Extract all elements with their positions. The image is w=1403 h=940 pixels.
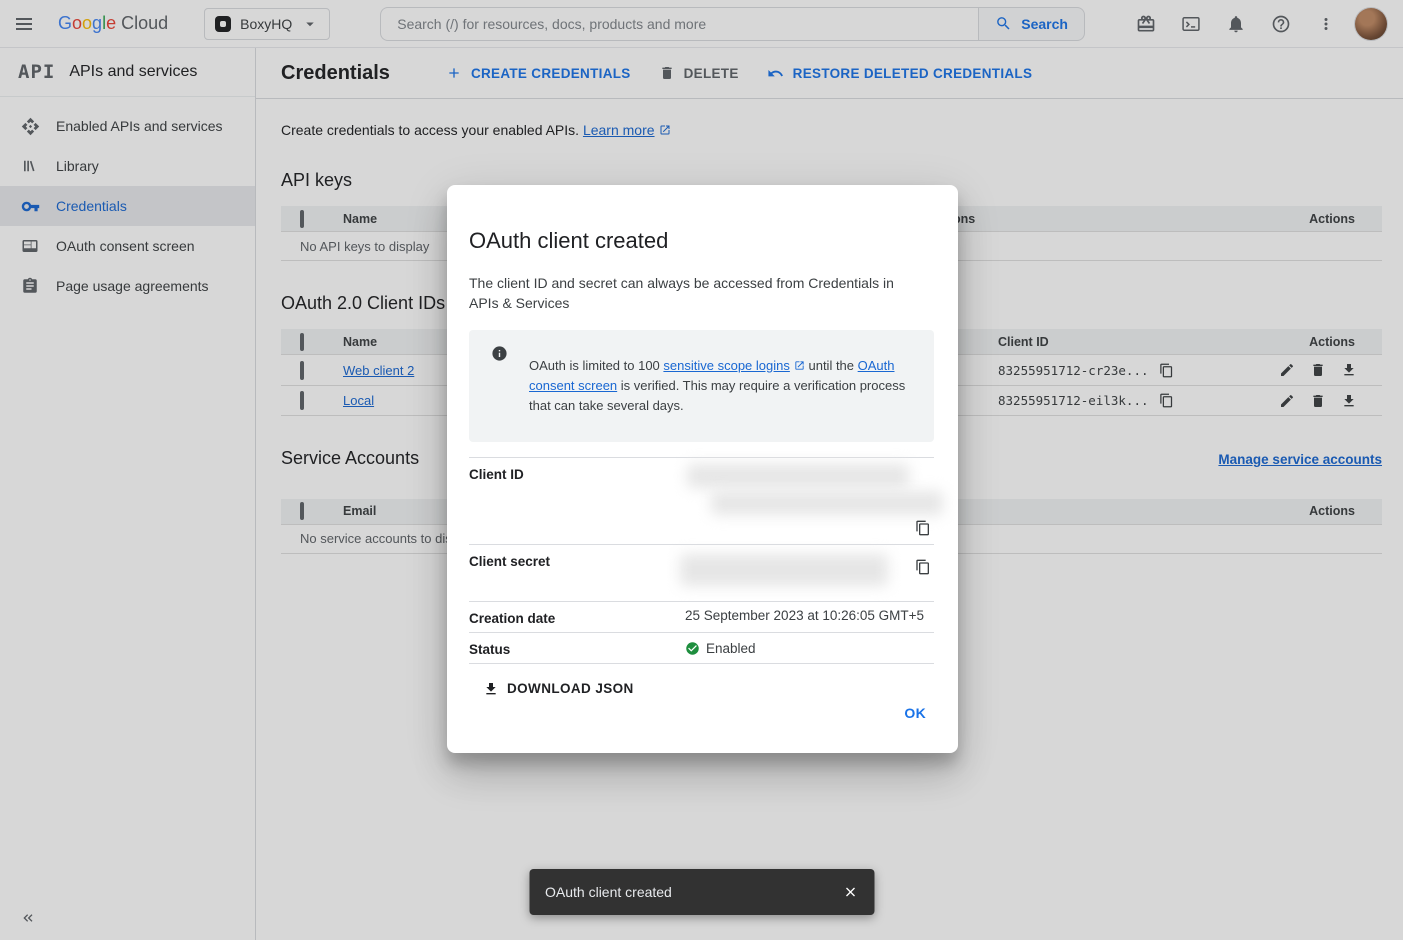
copy-icon [915, 520, 931, 536]
status-text: Enabled [706, 641, 756, 656]
status-value: Enabled [685, 639, 934, 657]
info-icon [469, 343, 529, 429]
status-row: Status Enabled [469, 633, 934, 664]
snackbar-close-button[interactable] [832, 874, 868, 910]
notice-segment: until the [805, 358, 858, 373]
client-secret-row: Client secret [469, 545, 934, 602]
redacted-blur [687, 464, 909, 488]
status-label: Status [469, 639, 685, 657]
dialog-title: OAuth client created [469, 228, 934, 254]
creation-date-label: Creation date [469, 608, 685, 626]
client-secret-label: Client secret [469, 551, 685, 595]
download-json-label: DOWNLOAD JSON [507, 681, 634, 696]
snackbar-message: OAuth client created [545, 884, 832, 900]
ok-button[interactable]: OK [898, 697, 932, 729]
notice-text: OAuth is limited to 100 sensitive scope … [529, 356, 924, 416]
redacted-blur [680, 554, 888, 586]
snackbar: OAuth client created [529, 869, 874, 915]
notice-segment: OAuth is limited to 100 [529, 358, 663, 373]
client-id-label: Client ID [469, 464, 685, 538]
creation-date-value: 25 September 2023 at 10:26:05 GMT+5 [685, 608, 934, 626]
creation-date-row: Creation date 25 September 2023 at 10:26… [469, 602, 934, 633]
external-link-icon [794, 360, 805, 371]
download-icon [483, 681, 499, 697]
client-secret-value-redacted [685, 551, 934, 595]
copy-icon [915, 559, 931, 575]
redacted-blur [711, 491, 943, 515]
oauth-limit-notice: OAuth is limited to 100 sensitive scope … [469, 330, 934, 442]
download-json-button[interactable]: DOWNLOAD JSON [473, 675, 644, 703]
copy-client-secret-button[interactable] [915, 559, 931, 575]
client-id-row: Client ID [469, 458, 934, 545]
copy-client-id-button[interactable] [915, 520, 931, 536]
check-circle-icon [685, 641, 700, 656]
dialog-subtitle: The client ID and secret can always be a… [469, 273, 914, 313]
dialog-fields: Client ID Client secret Creation date 25… [469, 457, 934, 664]
client-id-value-redacted [685, 464, 934, 538]
close-icon [842, 884, 858, 900]
oauth-client-created-dialog: OAuth client created The client ID and s… [447, 185, 958, 753]
sensitive-scope-logins-link[interactable]: sensitive scope logins [663, 358, 789, 373]
